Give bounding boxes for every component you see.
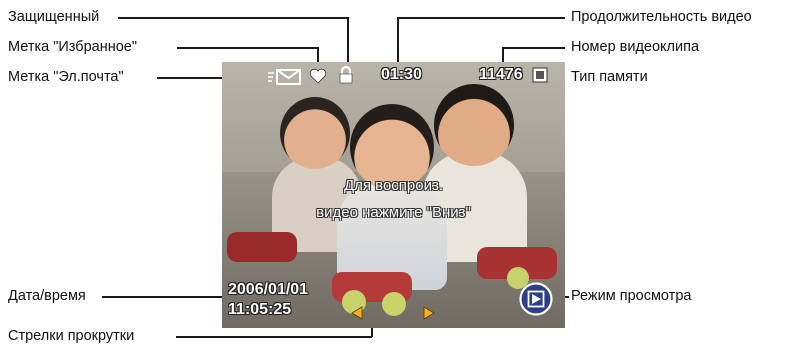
play-icon[interactable] [519, 282, 553, 316]
capture-time: 11:05:25 [228, 301, 292, 318]
label-review-mode: Режим просмотра [571, 288, 692, 304]
photo-child-left-head [280, 97, 350, 169]
label-date-time: Дата/время [8, 288, 86, 304]
label-protected: Защищенный [8, 9, 100, 25]
leader-protected-drop [347, 17, 349, 64]
leader-clip-number [502, 47, 565, 49]
label-video-clip-number: Номер видеоклипа [571, 39, 700, 55]
playback-hint-line1: Для воспроиз. [343, 177, 444, 194]
photo-child-right-head [434, 84, 514, 166]
label-favorite-tag: Метка "Избранное" [8, 39, 137, 55]
leader-favorite [177, 47, 318, 49]
photo-skate-wheel [382, 292, 406, 316]
lock-icon [339, 66, 353, 84]
camera-lcd-screen: 01:30 11476 Для воспроиз. видео нажмите … [222, 62, 565, 328]
playback-hint-line2: видео нажмите "Вниз" [316, 204, 471, 221]
internal-memory-icon [532, 67, 548, 83]
leader-scroll-arrows [176, 336, 372, 338]
heart-icon [309, 68, 327, 84]
photo-skate-left [227, 232, 297, 262]
leader-date-time [102, 296, 222, 298]
leader-video-length-drop [397, 17, 399, 64]
arrow-right-icon[interactable] [423, 306, 435, 320]
label-scroll-arrows: Стрелки прокрутки [8, 328, 135, 344]
leader-video-length [397, 17, 565, 19]
video-clip-number: 11476 [479, 66, 523, 83]
envelope-icon [268, 69, 301, 85]
leader-protected [118, 17, 348, 19]
arrow-left-icon[interactable] [351, 306, 363, 320]
label-email-tag: Метка "Эл.почта" [8, 69, 124, 85]
capture-date: 2006/01/01 [228, 281, 309, 298]
label-memory-type: Тип памяти [571, 69, 648, 85]
video-duration: 01:30 [381, 66, 422, 83]
label-video-length: Продолжительность видео [571, 9, 752, 25]
